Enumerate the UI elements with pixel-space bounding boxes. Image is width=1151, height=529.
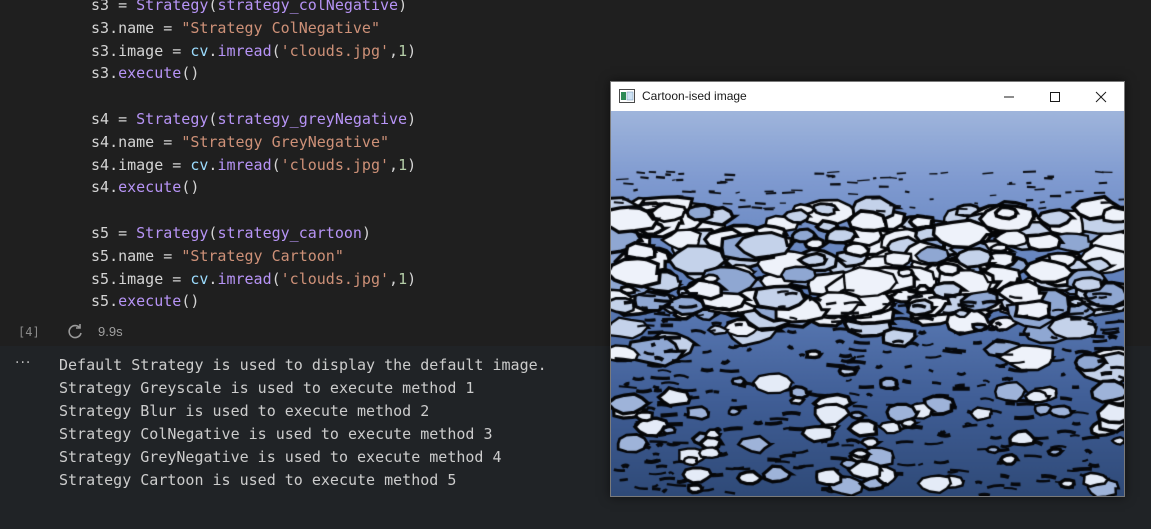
code-token: .name = xyxy=(109,132,182,151)
app-window-icon xyxy=(619,89,635,103)
output-line: Strategy Greyscale is used to execute me… xyxy=(59,379,475,397)
code-token: execute xyxy=(118,64,182,83)
code-token: = xyxy=(109,224,137,242)
code-token: ( xyxy=(271,269,281,288)
code-token: . xyxy=(109,64,119,83)
cartoon-image xyxy=(611,111,1124,496)
code-line: s4 = Strategy(strategy_greyNegative) xyxy=(91,108,416,131)
code-token: () xyxy=(181,292,200,311)
minimize-icon xyxy=(1004,96,1014,98)
window-title: Cartoon-ised image xyxy=(642,89,747,103)
code-token: "Strategy Cartoon" xyxy=(181,246,344,265)
code-line: s5 = Strategy(strategy_cartoon) xyxy=(91,222,371,245)
code-token: ) xyxy=(407,155,417,174)
code-token: execute xyxy=(118,178,182,197)
code-token: 'clouds.jpg' xyxy=(280,41,390,60)
code-token: cv xyxy=(190,41,209,60)
code-token: s4 xyxy=(91,178,110,197)
code-token: .name = xyxy=(109,18,182,37)
code-token: ) xyxy=(407,110,417,128)
output-line: Strategy Blur is used to execute method … xyxy=(59,402,430,420)
code-token: ) xyxy=(407,41,417,60)
code-line: s4.image = cv.imread('clouds.jpg',1) xyxy=(91,154,416,177)
code-token: strategy_greyNegative xyxy=(217,110,408,128)
code-token: imread xyxy=(217,269,272,288)
code-token: s3 xyxy=(91,64,110,83)
maximize-icon xyxy=(1050,92,1060,102)
output-line: Strategy GreyNegative is used to execute… xyxy=(59,448,502,466)
code-token: = xyxy=(109,110,137,128)
code-token: Strategy xyxy=(136,224,209,242)
window-titlebar[interactable]: Cartoon-ised image xyxy=(611,82,1124,111)
code-token: Strategy xyxy=(136,0,209,14)
code-token: ( xyxy=(271,41,281,60)
code-token: s3 xyxy=(91,0,110,14)
code-token: = xyxy=(109,0,137,14)
code-token: s4 xyxy=(91,110,110,128)
output-line: Default Strategy is used to display the … xyxy=(59,356,547,374)
code-token: Strategy xyxy=(136,110,209,128)
code-token: . xyxy=(109,178,119,197)
close-button[interactable] xyxy=(1078,82,1124,111)
code-line: s4.name = "Strategy GreyNegative" xyxy=(91,131,389,154)
code-token: s5 xyxy=(91,246,110,265)
code-token: 'clouds.jpg' xyxy=(280,269,390,288)
code-token: , xyxy=(389,155,399,174)
execution-count: [4] xyxy=(18,325,40,339)
code-token: ) xyxy=(361,224,371,242)
code-token: .name = xyxy=(109,246,182,265)
code-token: () xyxy=(181,64,200,83)
output-line: Strategy ColNegative is used to execute … xyxy=(59,425,493,443)
code-token: , xyxy=(389,269,399,288)
close-icon xyxy=(1095,91,1107,103)
code-token: imread xyxy=(217,41,272,60)
code-line: s3.image = cv.imread('clouds.jpg',1) xyxy=(91,40,416,63)
output-menu-button[interactable]: ··· xyxy=(15,355,31,371)
code-line: s4.execute() xyxy=(91,176,199,199)
maximize-button[interactable] xyxy=(1032,82,1078,111)
code-token: s4 xyxy=(91,132,110,151)
execution-time: 9.9s xyxy=(98,324,123,339)
code-token: strategy_cartoon xyxy=(217,224,362,242)
code-token: 1 xyxy=(398,155,408,174)
image-window[interactable]: Cartoon-ised image xyxy=(610,81,1125,497)
code-token: .image = xyxy=(109,269,191,288)
code-token: cv xyxy=(190,269,209,288)
code-line: s3.execute() xyxy=(91,62,199,85)
refresh-icon[interactable] xyxy=(66,323,84,341)
code-token: "Strategy ColNegative" xyxy=(181,18,380,37)
code-token: ) xyxy=(407,269,417,288)
code-token: cv xyxy=(190,155,209,174)
code-line: s3 = Strategy(strategy_colNegative) xyxy=(91,0,407,17)
code-line: s5.image = cv.imread('clouds.jpg',1) xyxy=(91,268,416,291)
code-token: "Strategy GreyNegative" xyxy=(181,132,390,151)
code-line: s5.name = "Strategy Cartoon" xyxy=(91,245,344,268)
code-token: ) xyxy=(398,0,408,14)
code-token: () xyxy=(181,178,200,197)
code-token: .image = xyxy=(109,155,191,174)
code-token: .image = xyxy=(109,41,191,60)
code-token: s3 xyxy=(91,18,110,37)
code-line: s3.name = "Strategy ColNegative" xyxy=(91,17,380,40)
code-token: strategy_colNegative xyxy=(217,0,399,14)
code-token: s5 xyxy=(91,292,110,311)
minimize-button[interactable] xyxy=(986,82,1032,111)
code-token: s5 xyxy=(91,224,110,242)
code-token: 1 xyxy=(398,41,408,60)
code-token: s3 xyxy=(91,41,110,60)
code-token: . xyxy=(109,292,119,311)
code-token: imread xyxy=(217,155,272,174)
code-token: ( xyxy=(271,155,281,174)
code-token: s5 xyxy=(91,269,110,288)
code-token: , xyxy=(389,41,399,60)
code-line: s5.execute() xyxy=(91,290,199,313)
code-token: 'clouds.jpg' xyxy=(280,155,390,174)
code-token: s4 xyxy=(91,155,110,174)
output-line: Strategy Cartoon is used to execute meth… xyxy=(59,471,457,489)
code-token: execute xyxy=(118,292,182,311)
code-token: 1 xyxy=(398,269,408,288)
